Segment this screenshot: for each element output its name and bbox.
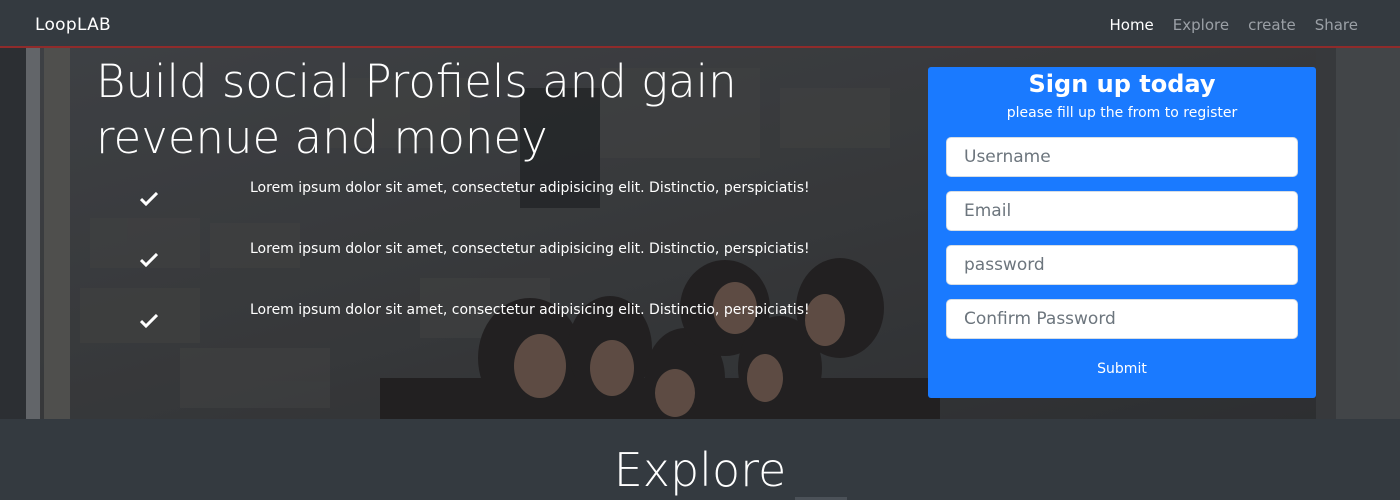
nav-links: Home Explore create Share (1109, 16, 1358, 34)
nav-link-explore[interactable]: Explore (1173, 16, 1229, 34)
nav-link-share[interactable]: Share (1315, 16, 1358, 34)
feature-item: Lorem ipsum dolor sit amet, consectetur … (140, 239, 820, 300)
feature-list: Lorem ipsum dolor sit amet, consectetur … (140, 178, 820, 361)
nav-link-home[interactable]: Home (1109, 16, 1153, 34)
nav-link-create[interactable]: create (1248, 16, 1296, 34)
explore-heading: Explore (613, 443, 787, 497)
check-icon (140, 192, 158, 206)
feature-text: Lorem ipsum dolor sit amet, consectetur … (250, 302, 810, 318)
signup-subtitle: please fill up the from to register (1006, 105, 1238, 121)
feature-text: Lorem ipsum dolor sit amet, consectetur … (250, 241, 810, 257)
signup-title: Sign up today (1028, 70, 1216, 98)
hero-section: Build social Profiels and gain revenue a… (0, 48, 1400, 419)
submit-button[interactable]: Submit (1072, 354, 1172, 384)
check-icon (140, 253, 158, 267)
feature-item: Lorem ipsum dolor sit amet, consectetur … (140, 178, 820, 239)
feature-item: Lorem ipsum dolor sit amet, consectetur … (140, 300, 820, 361)
signup-card: Sign up today please fill up the from to… (928, 67, 1316, 398)
top-navbar: LoopLAB Home Explore create Share (0, 0, 1400, 48)
feature-text: Lorem ipsum dolor sit amet, consectetur … (250, 180, 810, 196)
email-field[interactable] (946, 191, 1298, 231)
username-field[interactable] (946, 137, 1298, 177)
confirm-password-field[interactable] (946, 299, 1298, 339)
hero-headline: Build social Profiels and gain revenue a… (96, 55, 737, 164)
password-field[interactable] (946, 245, 1298, 285)
check-icon (140, 314, 158, 328)
brand-logo-link[interactable]: LoopLAB (35, 15, 111, 35)
